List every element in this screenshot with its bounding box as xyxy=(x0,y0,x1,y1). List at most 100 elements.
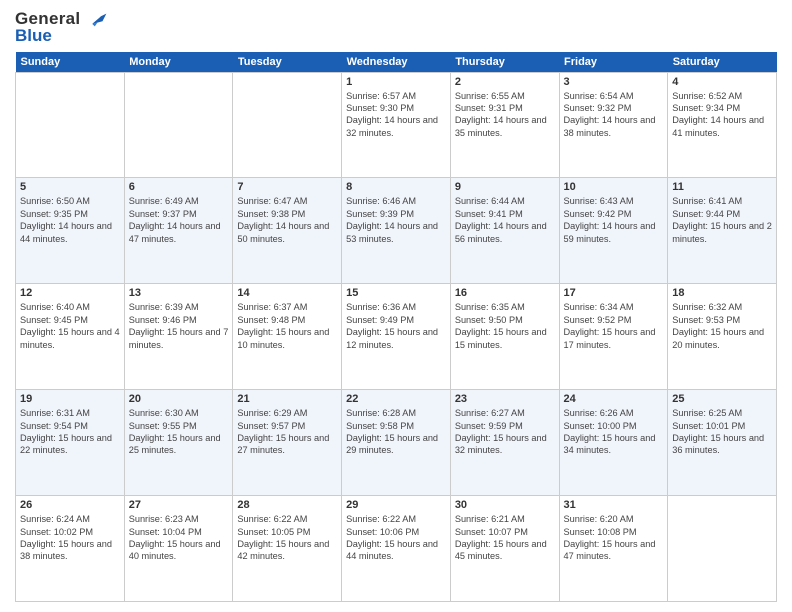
logo-blue: Blue xyxy=(15,27,109,44)
day-info: Sunrise: 6:41 AMSunset: 9:44 PMDaylight:… xyxy=(672,195,772,245)
day-info: Sunrise: 6:32 AMSunset: 9:53 PMDaylight:… xyxy=(672,301,772,351)
day-number: 2 xyxy=(455,76,555,88)
day-number: 30 xyxy=(455,499,555,511)
day-cell xyxy=(124,72,233,178)
day-info: Sunrise: 6:37 AMSunset: 9:48 PMDaylight:… xyxy=(237,301,337,351)
day-info: Sunrise: 6:21 AMSunset: 10:07 PMDaylight… xyxy=(455,513,555,563)
weekday-thursday: Thursday xyxy=(450,52,559,73)
day-cell: 6 Sunrise: 6:49 AMSunset: 9:37 PMDayligh… xyxy=(124,178,233,284)
day-cell: 12 Sunrise: 6:40 AMSunset: 9:45 PMDaylig… xyxy=(16,284,125,390)
day-info: Sunrise: 6:29 AMSunset: 9:57 PMDaylight:… xyxy=(237,407,337,457)
day-number: 17 xyxy=(564,287,664,299)
day-cell: 3 Sunrise: 6:54 AMSunset: 9:32 PMDayligh… xyxy=(559,72,668,178)
day-cell: 30 Sunrise: 6:21 AMSunset: 10:07 PMDayli… xyxy=(450,496,559,602)
page: General Blue SundayMondayTuesd xyxy=(0,0,792,612)
day-info: Sunrise: 6:57 AMSunset: 9:30 PMDaylight:… xyxy=(346,90,446,140)
week-row-3: 12 Sunrise: 6:40 AMSunset: 9:45 PMDaylig… xyxy=(16,284,777,390)
day-info: Sunrise: 6:20 AMSunset: 10:08 PMDaylight… xyxy=(564,513,664,563)
day-number: 29 xyxy=(346,499,446,511)
day-cell: 29 Sunrise: 6:22 AMSunset: 10:06 PMDayli… xyxy=(342,496,451,602)
day-cell: 20 Sunrise: 6:30 AMSunset: 9:55 PMDaylig… xyxy=(124,390,233,496)
week-row-5: 26 Sunrise: 6:24 AMSunset: 10:02 PMDayli… xyxy=(16,496,777,602)
day-cell: 11 Sunrise: 6:41 AMSunset: 9:44 PMDaylig… xyxy=(668,178,777,284)
day-info: Sunrise: 6:36 AMSunset: 9:49 PMDaylight:… xyxy=(346,301,446,351)
day-number: 12 xyxy=(20,287,120,299)
day-number: 18 xyxy=(672,287,772,299)
day-number: 7 xyxy=(237,181,337,193)
day-info: Sunrise: 6:31 AMSunset: 9:54 PMDaylight:… xyxy=(20,407,120,457)
day-number: 19 xyxy=(20,393,120,405)
week-row-2: 5 Sunrise: 6:50 AMSunset: 9:35 PMDayligh… xyxy=(16,178,777,284)
day-info: Sunrise: 6:49 AMSunset: 9:37 PMDaylight:… xyxy=(129,195,229,245)
day-cell: 16 Sunrise: 6:35 AMSunset: 9:50 PMDaylig… xyxy=(450,284,559,390)
weekday-monday: Monday xyxy=(124,52,233,73)
day-cell: 15 Sunrise: 6:36 AMSunset: 9:49 PMDaylig… xyxy=(342,284,451,390)
day-cell: 17 Sunrise: 6:34 AMSunset: 9:52 PMDaylig… xyxy=(559,284,668,390)
day-info: Sunrise: 6:22 AMSunset: 10:05 PMDaylight… xyxy=(237,513,337,563)
day-cell: 22 Sunrise: 6:28 AMSunset: 9:58 PMDaylig… xyxy=(342,390,451,496)
day-cell: 4 Sunrise: 6:52 AMSunset: 9:34 PMDayligh… xyxy=(668,72,777,178)
day-number: 16 xyxy=(455,287,555,299)
day-cell: 23 Sunrise: 6:27 AMSunset: 9:59 PMDaylig… xyxy=(450,390,559,496)
day-number: 25 xyxy=(672,393,772,405)
day-cell xyxy=(233,72,342,178)
day-number: 10 xyxy=(564,181,664,193)
day-info: Sunrise: 6:40 AMSunset: 9:45 PMDaylight:… xyxy=(20,301,120,351)
day-cell: 26 Sunrise: 6:24 AMSunset: 10:02 PMDayli… xyxy=(16,496,125,602)
day-info: Sunrise: 6:34 AMSunset: 9:52 PMDaylight:… xyxy=(564,301,664,351)
day-number: 20 xyxy=(129,393,229,405)
day-info: Sunrise: 6:25 AMSunset: 10:01 PMDaylight… xyxy=(672,407,772,457)
day-cell: 1 Sunrise: 6:57 AMSunset: 9:30 PMDayligh… xyxy=(342,72,451,178)
day-cell: 19 Sunrise: 6:31 AMSunset: 9:54 PMDaylig… xyxy=(16,390,125,496)
day-info: Sunrise: 6:55 AMSunset: 9:31 PMDaylight:… xyxy=(455,90,555,140)
weekday-wednesday: Wednesday xyxy=(342,52,451,73)
day-number: 1 xyxy=(346,76,446,88)
day-number: 4 xyxy=(672,76,772,88)
day-number: 21 xyxy=(237,393,337,405)
day-number: 31 xyxy=(564,499,664,511)
weekday-header-row: SundayMondayTuesdayWednesdayThursdayFrid… xyxy=(16,52,777,73)
day-number: 9 xyxy=(455,181,555,193)
day-number: 8 xyxy=(346,181,446,193)
day-info: Sunrise: 6:26 AMSunset: 10:00 PMDaylight… xyxy=(564,407,664,457)
day-cell: 7 Sunrise: 6:47 AMSunset: 9:38 PMDayligh… xyxy=(233,178,342,284)
day-cell: 5 Sunrise: 6:50 AMSunset: 9:35 PMDayligh… xyxy=(16,178,125,284)
logo-bird-icon xyxy=(87,11,109,29)
weekday-sunday: Sunday xyxy=(16,52,125,73)
day-info: Sunrise: 6:44 AMSunset: 9:41 PMDaylight:… xyxy=(455,195,555,245)
weekday-friday: Friday xyxy=(559,52,668,73)
weekday-saturday: Saturday xyxy=(668,52,777,73)
day-info: Sunrise: 6:22 AMSunset: 10:06 PMDaylight… xyxy=(346,513,446,563)
day-cell: 24 Sunrise: 6:26 AMSunset: 10:00 PMDayli… xyxy=(559,390,668,496)
week-row-4: 19 Sunrise: 6:31 AMSunset: 9:54 PMDaylig… xyxy=(16,390,777,496)
day-info: Sunrise: 6:54 AMSunset: 9:32 PMDaylight:… xyxy=(564,90,664,140)
day-number: 28 xyxy=(237,499,337,511)
day-info: Sunrise: 6:24 AMSunset: 10:02 PMDaylight… xyxy=(20,513,120,563)
day-cell: 28 Sunrise: 6:22 AMSunset: 10:05 PMDayli… xyxy=(233,496,342,602)
logo: General Blue xyxy=(15,10,109,44)
day-number: 27 xyxy=(129,499,229,511)
day-cell xyxy=(16,72,125,178)
day-info: Sunrise: 6:52 AMSunset: 9:34 PMDaylight:… xyxy=(672,90,772,140)
day-number: 15 xyxy=(346,287,446,299)
day-number: 11 xyxy=(672,181,772,193)
week-row-1: 1 Sunrise: 6:57 AMSunset: 9:30 PMDayligh… xyxy=(16,72,777,178)
day-number: 24 xyxy=(564,393,664,405)
day-number: 26 xyxy=(20,499,120,511)
day-cell xyxy=(668,496,777,602)
day-cell: 13 Sunrise: 6:39 AMSunset: 9:46 PMDaylig… xyxy=(124,284,233,390)
day-cell: 31 Sunrise: 6:20 AMSunset: 10:08 PMDayli… xyxy=(559,496,668,602)
day-number: 5 xyxy=(20,181,120,193)
day-info: Sunrise: 6:35 AMSunset: 9:50 PMDaylight:… xyxy=(455,301,555,351)
day-cell: 27 Sunrise: 6:23 AMSunset: 10:04 PMDayli… xyxy=(124,496,233,602)
day-cell: 21 Sunrise: 6:29 AMSunset: 9:57 PMDaylig… xyxy=(233,390,342,496)
calendar: SundayMondayTuesdayWednesdayThursdayFrid… xyxy=(15,52,777,602)
day-info: Sunrise: 6:47 AMSunset: 9:38 PMDaylight:… xyxy=(237,195,337,245)
day-info: Sunrise: 6:50 AMSunset: 9:35 PMDaylight:… xyxy=(20,195,120,245)
day-number: 3 xyxy=(564,76,664,88)
day-info: Sunrise: 6:30 AMSunset: 9:55 PMDaylight:… xyxy=(129,407,229,457)
day-info: Sunrise: 6:23 AMSunset: 10:04 PMDaylight… xyxy=(129,513,229,563)
day-cell: 10 Sunrise: 6:43 AMSunset: 9:42 PMDaylig… xyxy=(559,178,668,284)
day-info: Sunrise: 6:28 AMSunset: 9:58 PMDaylight:… xyxy=(346,407,446,457)
weekday-tuesday: Tuesday xyxy=(233,52,342,73)
